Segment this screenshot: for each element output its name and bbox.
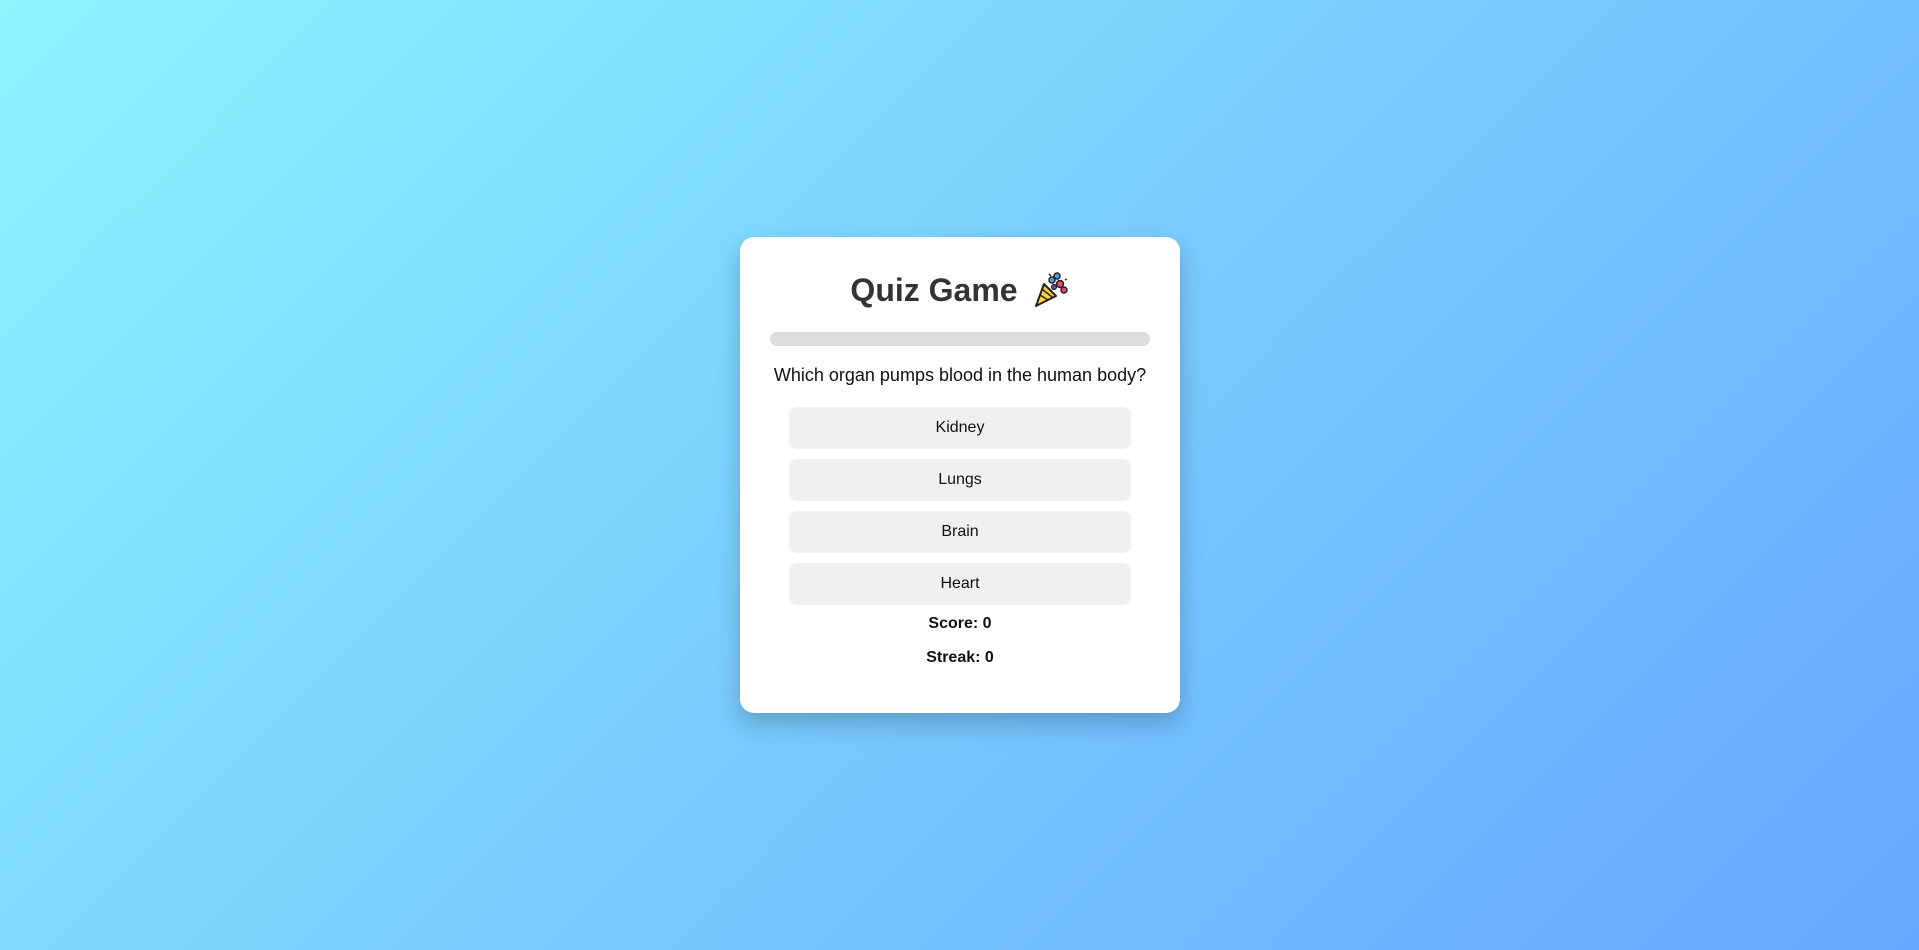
- answer-option-lungs[interactable]: Lungs: [789, 459, 1131, 501]
- score-display: Score: 0: [928, 615, 992, 632]
- answer-option-kidney[interactable]: Kidney: [789, 407, 1131, 449]
- quiz-card: Quiz Game Which organ pumps blood in the…: [740, 237, 1180, 713]
- answer-option-brain[interactable]: Brain: [789, 511, 1131, 553]
- quiz-title: Quiz Game: [740, 270, 1180, 310]
- answer-options: Kidney Lungs Brain Heart: [789, 407, 1131, 615]
- question-text: Which organ pumps blood in the human bod…: [773, 365, 1147, 385]
- quiz-title-text: Quiz Game: [850, 272, 1018, 308]
- party-popper-icon: [1030, 270, 1070, 310]
- answer-option-heart[interactable]: Heart: [789, 563, 1131, 605]
- streak-display: Streak: 0: [926, 649, 994, 666]
- progress-bar: [770, 332, 1150, 346]
